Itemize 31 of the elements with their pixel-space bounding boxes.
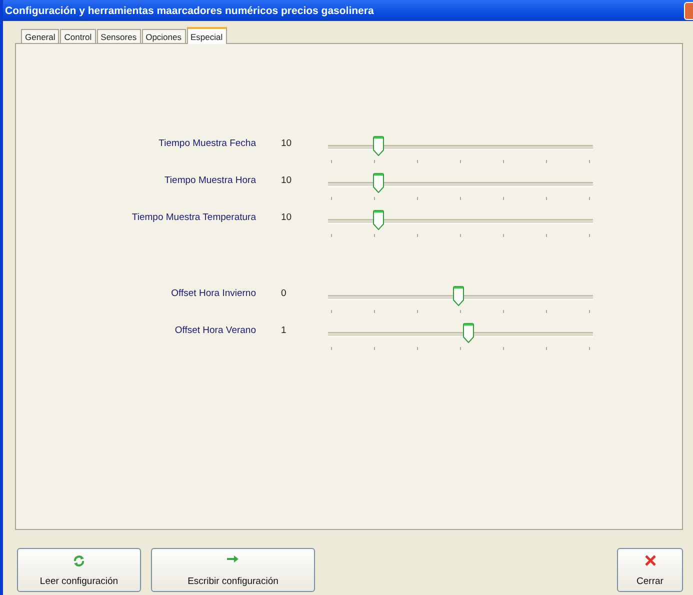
slider[interactable] — [328, 286, 593, 316]
tab[interactable]: Opciones — [142, 29, 186, 43]
slider-label: Tiempo Muestra Temperatura — [130, 211, 256, 223]
slider-thumb[interactable] — [463, 323, 474, 343]
refresh-icon — [73, 555, 85, 567]
slider-value: 10 — [280, 174, 293, 186]
slider[interactable] — [328, 323, 593, 353]
slider[interactable] — [328, 136, 593, 166]
slider-value: 1 — [280, 324, 288, 336]
arrow-right-icon — [227, 555, 239, 563]
slider-thumb[interactable] — [373, 136, 384, 156]
tab[interactable]: Control — [60, 29, 96, 43]
slider[interactable] — [328, 210, 593, 240]
slider-label: Offset Hora Invierno — [170, 287, 256, 299]
tab[interactable]: General — [21, 29, 60, 43]
slider-label: Tiempo Muestra Hora — [163, 174, 256, 186]
slider-label: Tiempo Muestra Fecha — [158, 137, 256, 149]
tab[interactable]: Especial — [186, 27, 227, 44]
slider-label: Offset Hora Verano — [174, 324, 256, 336]
slider-thumb[interactable] — [373, 173, 384, 193]
slider-thumb[interactable] — [373, 210, 384, 230]
toolbar-button[interactable]: Leer configuración — [17, 548, 141, 592]
slider-value: 10 — [280, 211, 293, 223]
slider-thumb[interactable] — [452, 286, 464, 306]
slider-value: 10 — [280, 137, 293, 149]
toolbar-button[interactable]: Escribir configuración — [151, 548, 315, 592]
close-button[interactable]: Cerrar — [617, 548, 683, 592]
window-title: Configuración y herramientas maarcadores numéricos precios gasolinera — [5, 4, 374, 16]
tab[interactable]: Sensores — [96, 29, 141, 43]
slider[interactable] — [328, 173, 593, 203]
slider-value: 0 — [280, 287, 288, 299]
